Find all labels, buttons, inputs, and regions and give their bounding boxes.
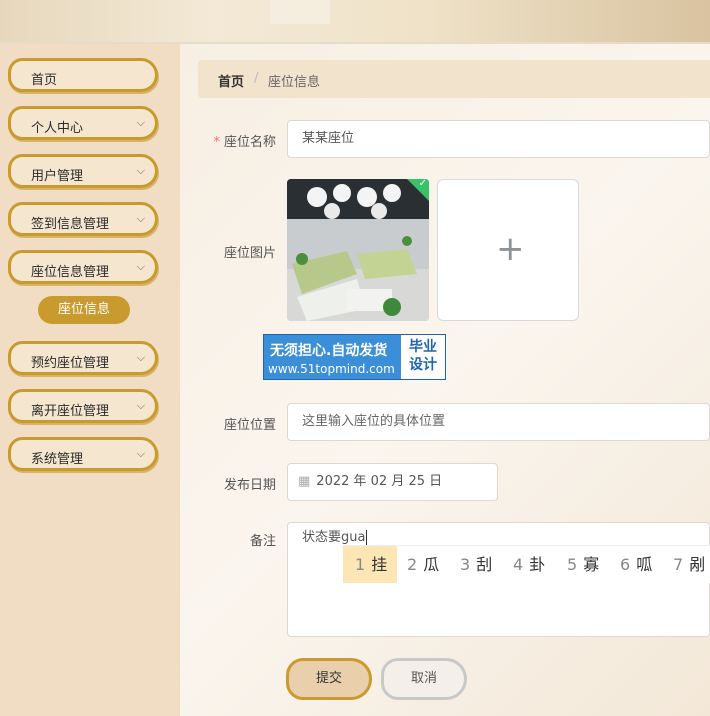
cancel-button[interactable]: 取消: [381, 658, 467, 700]
calendar-icon: ▦: [298, 474, 311, 489]
candidate-text: 瓜: [423, 555, 440, 574]
remark-value: 状态要gua: [302, 530, 366, 545]
seat-location-label: 座位位置: [223, 418, 276, 433]
sidebar-item-home[interactable]: 首页: [8, 58, 158, 92]
sidebar: 首页 个人中心 ⌵ 用户管理 ⌵ 签到信息管理 ⌵ 座位信息管理 ⌵ 座位信息 …: [0, 44, 180, 716]
plus-icon: +: [496, 229, 525, 269]
required-mark: *: [213, 135, 220, 150]
remark-label: 备注: [249, 534, 276, 549]
sidebar-item-label: 个人中心: [31, 121, 84, 136]
breadcrumb-home[interactable]: 首页: [218, 71, 244, 90]
ime-candidate[interactable]: 4卦: [513, 546, 545, 583]
date-value: 2022 年 02 月 25 日: [316, 474, 443, 489]
sidebar-item-label: 系统管理: [31, 452, 84, 467]
watermark-badge: 毕业 设计: [401, 335, 445, 379]
chevron-down-icon: ⌵: [136, 447, 145, 460]
candidate-text: 刮: [476, 555, 493, 574]
sidebar-item-label: 离开座位管理: [31, 404, 110, 419]
breadcrumb-current: 座位信息: [268, 75, 321, 90]
sidebar-item-label: 预约座位管理: [31, 356, 110, 371]
sidebar-item-leave-seat-management[interactable]: 离开座位管理 ⌵: [8, 389, 158, 423]
ime-candidate[interactable]: 6呱: [620, 546, 652, 583]
candidate-num: 4: [513, 555, 524, 574]
seat-image-label: 座位图片: [223, 246, 276, 261]
sidebar-item-checkin-management[interactable]: 签到信息管理 ⌵: [8, 202, 158, 236]
ime-candidate-bar: 1挂 2瓜 3刮 4卦 5寡 6呱 7剐: [343, 545, 710, 583]
watermark-badge-line2: 设计: [409, 357, 437, 373]
chevron-down-icon: ⌵: [136, 164, 145, 177]
candidate-num: 2: [407, 555, 418, 574]
chevron-down-icon: ⌵: [136, 116, 145, 129]
chevron-down-icon: ⌵: [136, 351, 145, 364]
sidebar-item-label: 签到信息管理: [31, 217, 110, 232]
chevron-down-icon: ⌵: [136, 212, 145, 225]
ime-candidate[interactable]: 2瓜: [407, 546, 439, 583]
seat-image-thumbnail[interactable]: ✓: [287, 179, 429, 321]
ime-candidate[interactable]: 3刮: [460, 546, 492, 583]
sidebar-item-personal-center[interactable]: 个人中心 ⌵: [8, 106, 158, 140]
watermark-badge-line1: 毕业: [409, 339, 437, 355]
candidate-text: 寡: [583, 555, 600, 574]
candidate-num: 7: [673, 555, 684, 574]
ime-candidate[interactable]: 5寡: [567, 546, 599, 583]
breadcrumb-separator: /: [254, 71, 259, 86]
sidebar-item-label: 座位信息管理: [31, 265, 110, 280]
chevron-down-icon: ⌵: [136, 260, 145, 273]
sidebar-item-seat-info-management[interactable]: 座位信息管理 ⌵: [8, 250, 158, 284]
candidate-num: 3: [460, 555, 471, 574]
publish-date-label: 发布日期: [223, 478, 276, 493]
watermark-url: www.51topmind.com: [268, 362, 395, 376]
check-icon: ✓: [418, 179, 427, 189]
candidate-text: 卦: [529, 555, 546, 574]
candidate-text: 呱: [636, 555, 653, 574]
sidebar-item-system-management[interactable]: 系统管理 ⌵: [8, 437, 158, 471]
breadcrumb: 首页 / 座位信息: [198, 60, 710, 98]
watermark-line1: 无须担心.自动发货: [270, 343, 388, 359]
image-upload-button[interactable]: +: [437, 179, 579, 321]
candidate-num: 1: [355, 555, 366, 574]
text-cursor: [366, 530, 368, 545]
submenu-seat-info[interactable]: 座位信息: [38, 296, 130, 324]
sidebar-item-label: 首页: [31, 73, 58, 88]
seat-location-input[interactable]: 这里输入座位的具体位置: [287, 403, 710, 441]
sidebar-item-label: 用户管理: [31, 169, 84, 184]
top-banner: [0, 0, 710, 44]
watermark: 无须担心.自动发货 www.51topmind.com 毕业 设计: [263, 334, 446, 380]
publish-date-picker[interactable]: ▦ 2022 年 02 月 25 日: [287, 463, 498, 501]
candidate-num: 5: [567, 555, 578, 574]
chevron-down-icon: ⌵: [136, 399, 145, 412]
candidate-text: 挂: [371, 555, 388, 574]
submit-button[interactable]: 提交: [286, 658, 372, 700]
ime-candidate[interactable]: 7剐: [673, 546, 705, 583]
sidebar-item-user-management[interactable]: 用户管理 ⌵: [8, 154, 158, 188]
seat-name-label: * 座位名称: [213, 135, 276, 150]
ime-candidate[interactable]: 1挂: [343, 546, 397, 583]
candidate-num: 6: [620, 555, 631, 574]
seat-name-input[interactable]: 某某座位: [287, 120, 710, 158]
sidebar-item-reserve-seat-management[interactable]: 预约座位管理 ⌵: [8, 341, 158, 375]
candidate-text: 剐: [689, 555, 706, 574]
